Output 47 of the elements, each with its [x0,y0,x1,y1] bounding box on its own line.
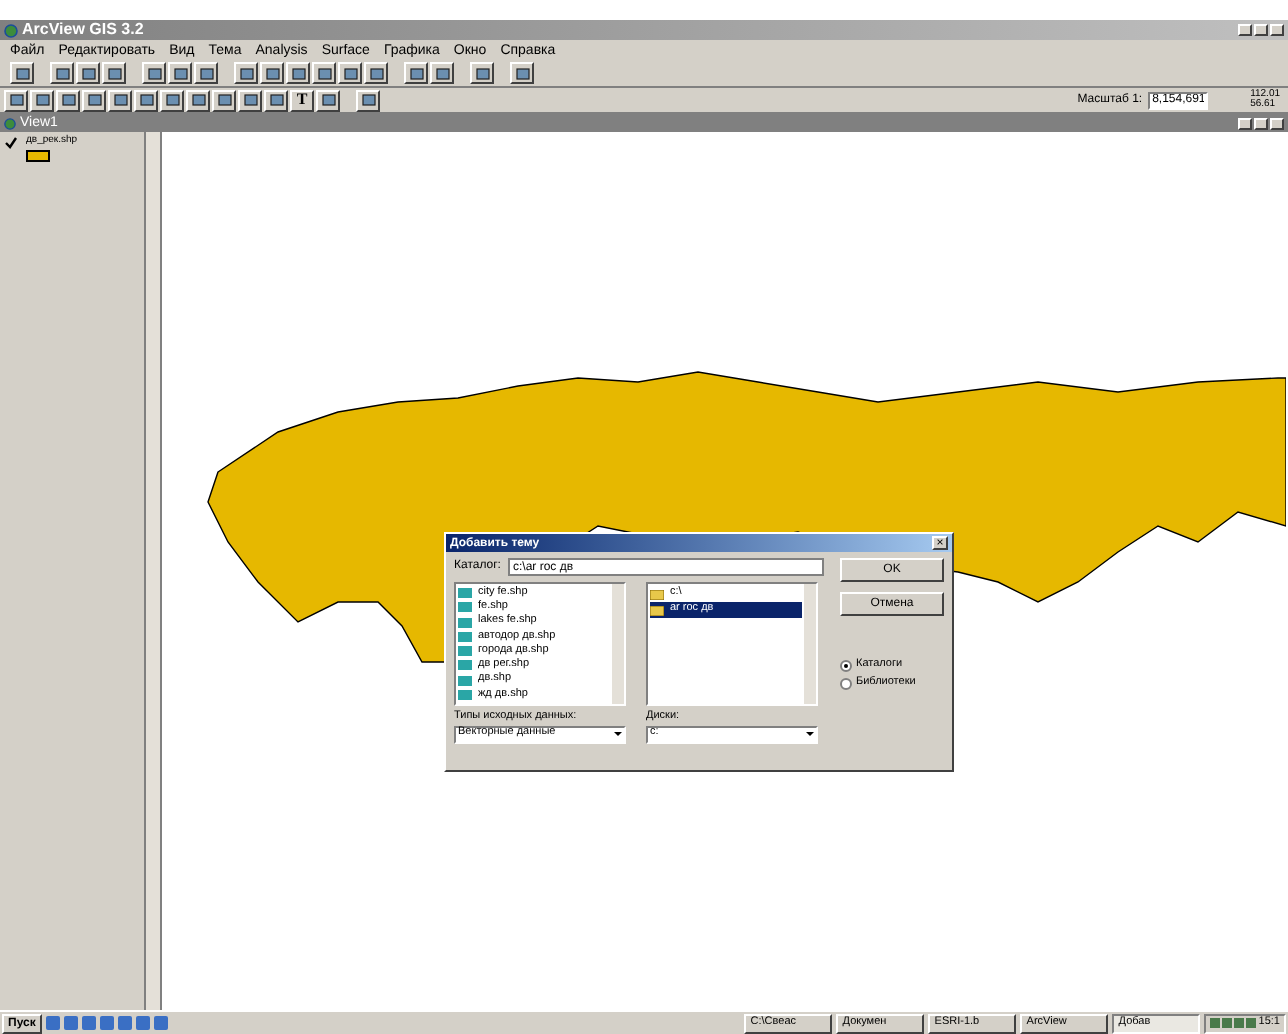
tool-button[interactable] [10,62,34,84]
tool-button[interactable] [356,89,380,111]
scroll-bar [612,584,624,704]
globe-icon [4,23,18,37]
radio-button[interactable] [840,678,852,690]
checkmark-icon [4,136,18,150]
tool-button[interactable] [142,62,166,84]
tool-button[interactable] [108,89,132,111]
tool-button[interactable] [82,89,106,111]
tool-button[interactable] [168,62,192,84]
tool-button[interactable] [134,89,158,111]
tool-button[interactable] [286,62,310,84]
tool-button[interactable] [76,62,100,84]
tool-icon [475,67,489,79]
tool-button[interactable] [312,62,336,84]
tool-button[interactable] [194,62,218,84]
tool-button[interactable] [316,89,340,111]
tool-button[interactable] [264,89,288,111]
tool-button[interactable] [364,62,388,84]
window-title: ArcView GIS 3.2 [22,22,144,38]
tool-icon [321,94,335,106]
tool-button[interactable] [160,89,184,111]
radio-button[interactable] [840,660,852,672]
tool-button[interactable] [4,89,28,111]
caret-icon [612,728,624,740]
tool-button[interactable] [56,89,80,111]
tool-button[interactable] [50,62,74,84]
caret-icon [804,728,816,740]
tool-button[interactable] [30,89,54,111]
tool-button[interactable] [338,62,362,84]
tool-icon [361,94,375,106]
tool-button[interactable] [430,62,454,84]
tool-icon [515,67,529,79]
tool-button[interactable] [238,89,262,111]
tool-button[interactable] [102,62,126,84]
theme-checkbox[interactable] [4,136,20,150]
tool-icon [15,67,29,79]
globe-icon [4,117,16,129]
tool-button[interactable] [510,62,534,84]
tool-button[interactable] [212,89,236,111]
tool-button[interactable] [260,62,284,84]
text-tool-button[interactable]: T [290,89,314,111]
tool-button[interactable] [234,62,258,84]
tool-button[interactable] [470,62,494,84]
tool-button[interactable] [404,62,428,84]
tool-button[interactable] [186,89,210,111]
scroll-bar [804,584,816,704]
